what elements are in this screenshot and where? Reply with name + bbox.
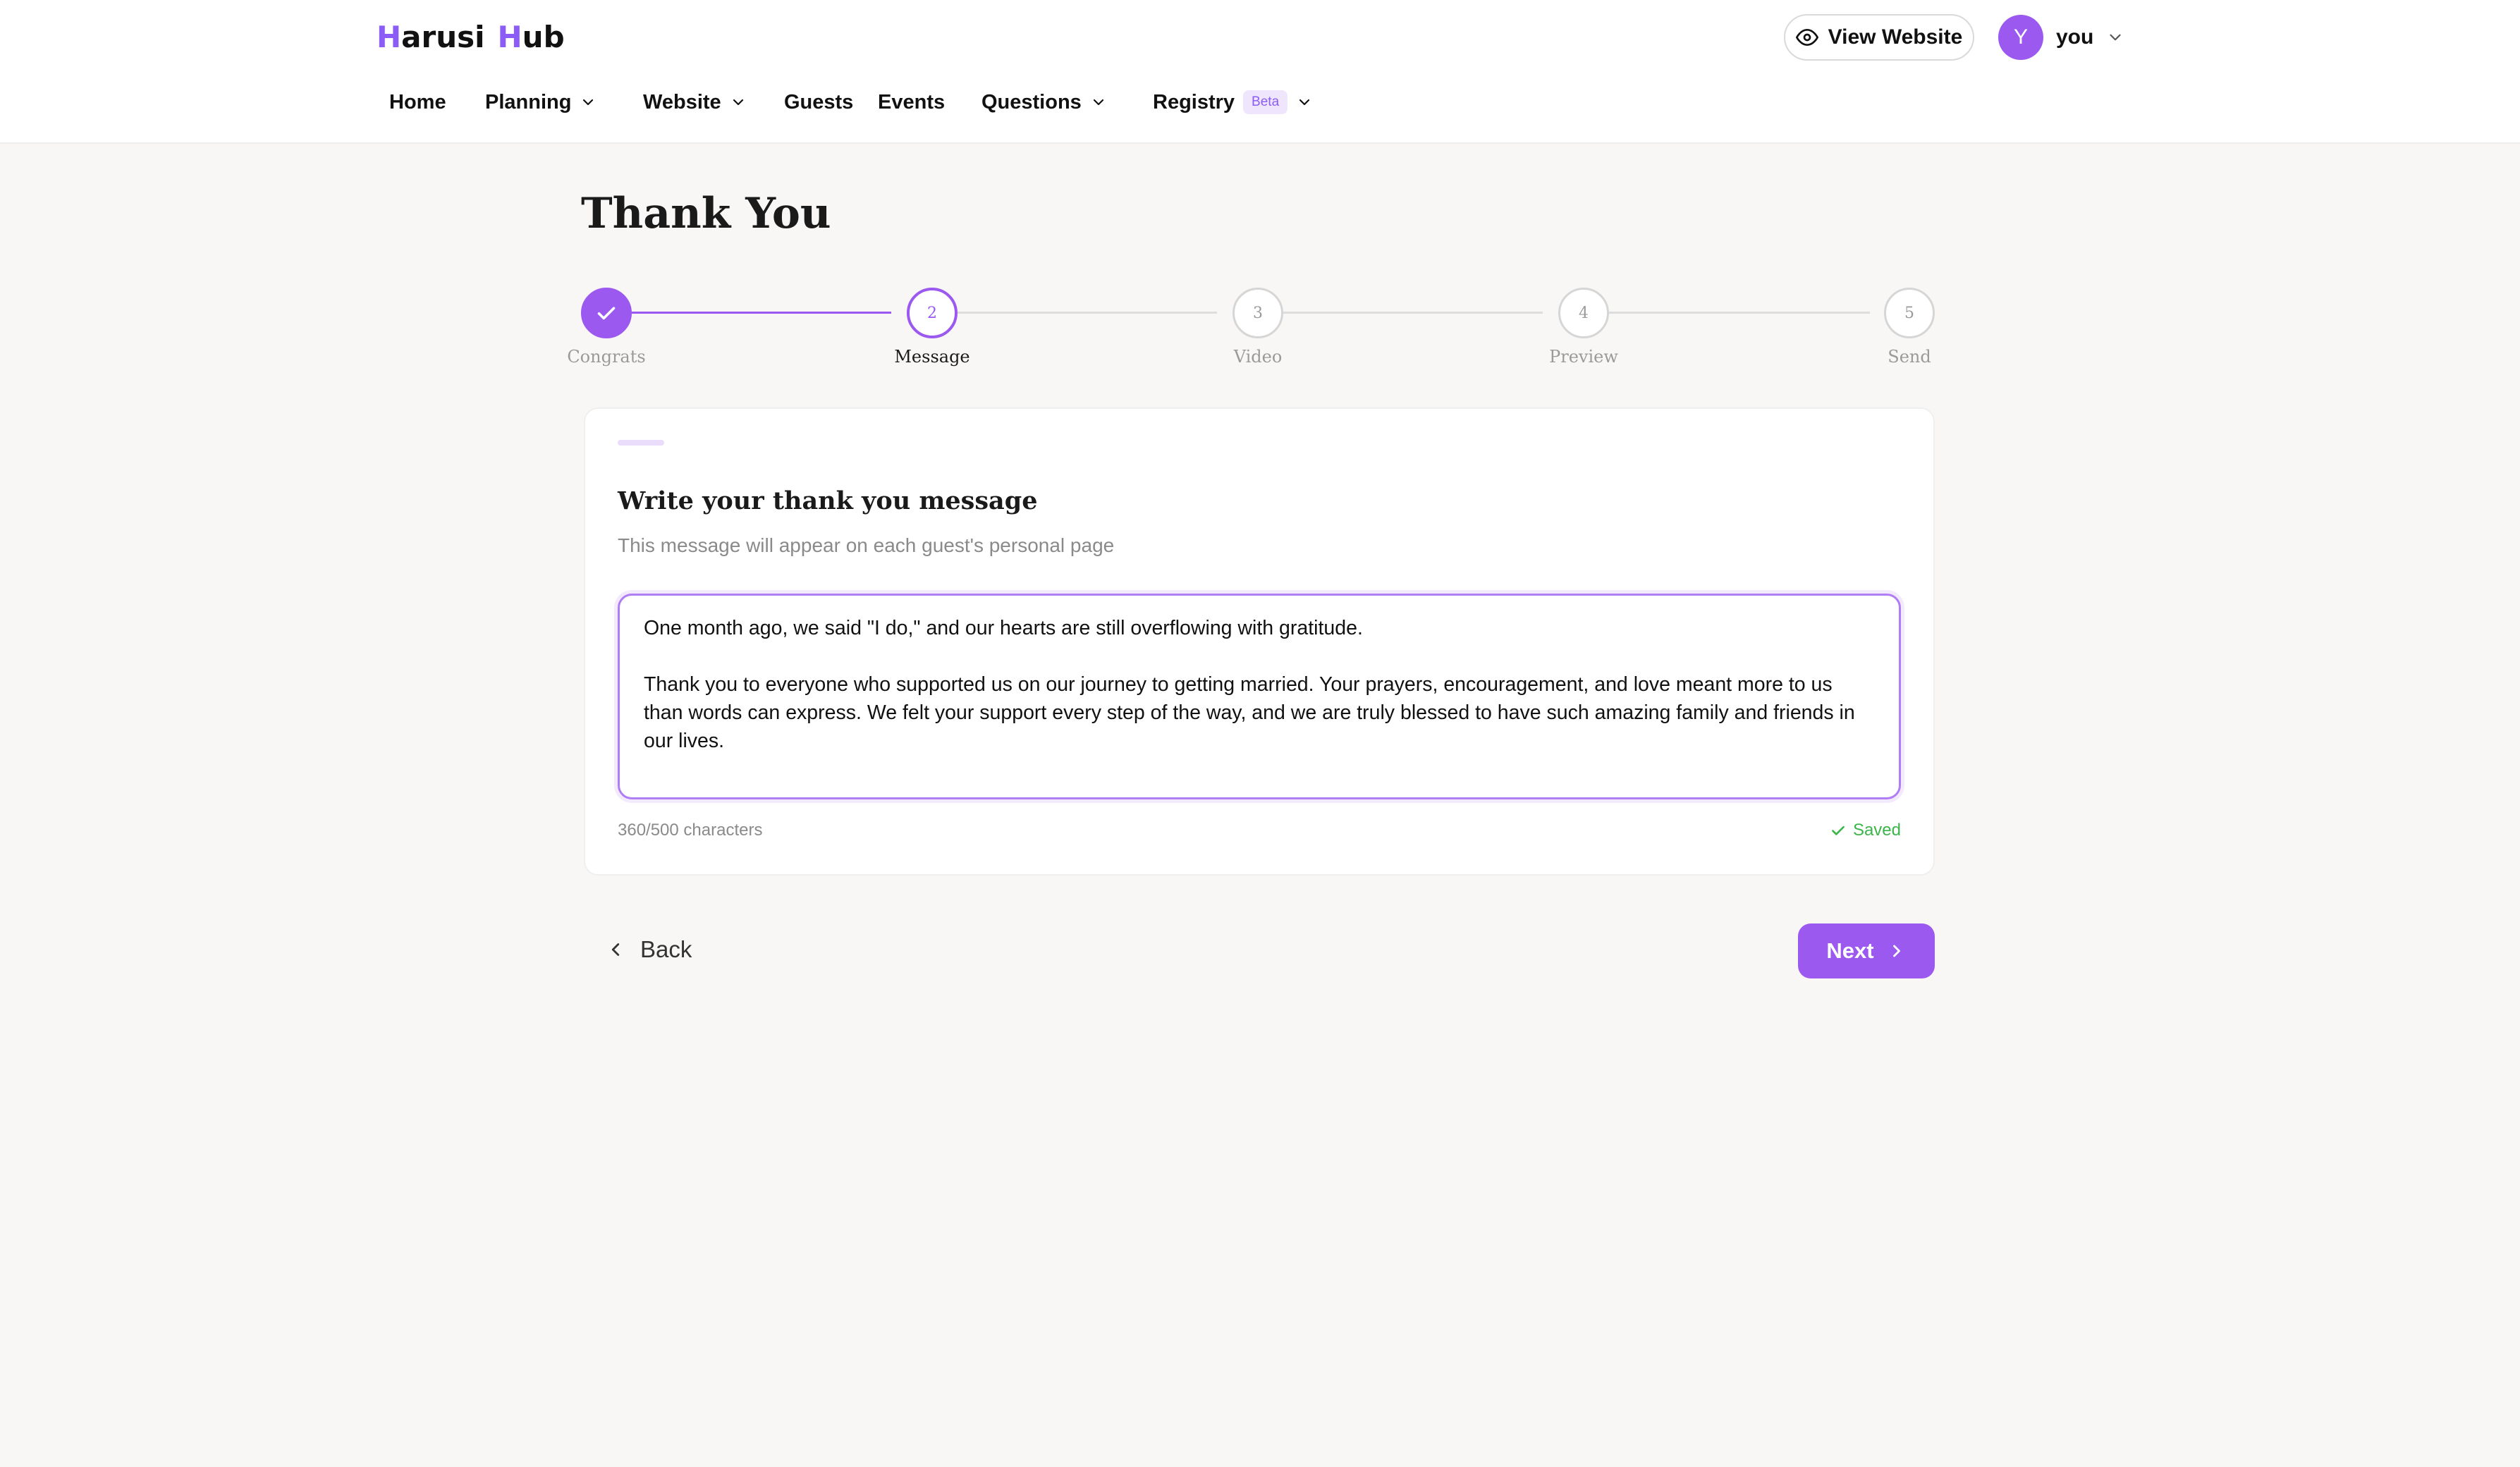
user-name: you <box>2056 25 2094 49</box>
card-accent-bar <box>618 440 664 446</box>
next-label: Next <box>1826 938 1874 963</box>
message-card: Write your thank you message This messag… <box>584 407 1935 876</box>
chevron-down-icon <box>733 99 743 106</box>
nav-item-questions[interactable]: Questions <box>981 78 1107 127</box>
nav-item-events[interactable]: Events <box>878 78 945 127</box>
step-1-circle[interactable] <box>581 288 632 338</box>
card-title: Write your thank you message <box>618 486 1038 515</box>
chevron-down-icon <box>583 99 594 106</box>
nav-item-registry[interactable]: Registry Beta <box>1153 78 1313 127</box>
back-button[interactable]: Back <box>605 925 692 974</box>
chevron-down-icon <box>1093 99 1103 106</box>
check-icon <box>597 307 616 320</box>
nav-item-planning[interactable]: Planning <box>485 78 597 127</box>
step-5-circle[interactable]: 5 <box>1884 288 1935 338</box>
check-icon <box>1832 825 1845 835</box>
step-1-label: Congrats <box>567 347 646 367</box>
card-subtitle: This message will appear on each guest's… <box>618 534 1115 556</box>
step-3-label: Video <box>1233 347 1283 367</box>
step-2-label: Message <box>894 347 970 367</box>
view-website-label: View Website <box>1828 25 1963 49</box>
step-2-circle[interactable]: 2 <box>907 288 958 338</box>
back-label: Back <box>640 936 692 962</box>
step-4-label: Preview <box>1549 347 1618 367</box>
user-menu[interactable]: Y you <box>1998 14 2124 61</box>
progress-stepper: 2 3 4 5 Congrats Message Video Preview S… <box>0 285 2520 376</box>
saved-label: Saved <box>1852 821 1901 840</box>
chevron-down-icon <box>2110 34 2121 41</box>
logo-letter-h1: H <box>377 19 402 54</box>
logo-letter-h2: H <box>497 19 522 54</box>
eye-icon <box>1795 29 1818 46</box>
step-connector <box>958 312 1217 314</box>
step-connector <box>1609 312 1870 314</box>
beta-badge: Beta <box>1243 90 1288 114</box>
saved-status: Saved <box>1829 821 1901 840</box>
nav-item-home[interactable]: Home <box>389 78 446 127</box>
step-3-circle[interactable]: 3 <box>1233 288 1283 338</box>
view-website-button[interactable]: View Website <box>1784 14 1974 61</box>
thank-you-message-input[interactable]: One month ago, we said "I do," and our h… <box>618 594 1901 799</box>
step-connector <box>1283 312 1543 314</box>
app-logo[interactable]: Harusi Hub <box>377 17 565 56</box>
chevron-down-icon <box>1299 99 1310 106</box>
logo-word-2: ub <box>522 19 565 54</box>
chevron-right-icon <box>1892 945 1900 957</box>
character-count: 360/500 characters <box>618 821 763 840</box>
avatar: Y <box>1998 15 2043 60</box>
logo-word-1: arusi <box>401 19 485 54</box>
chevron-left-icon <box>611 943 620 956</box>
nav-item-guests[interactable]: Guests <box>784 78 853 127</box>
top-header: Harusi Hub View Website Y you Home Planni… <box>0 0 2520 144</box>
nav-item-website[interactable]: Website <box>643 78 747 127</box>
step-4-circle[interactable]: 4 <box>1558 288 1609 338</box>
step-5-label: Send <box>1888 347 1931 367</box>
step-connector <box>632 312 891 314</box>
page: Harusi Hub View Website Y you Home Planni… <box>0 0 2520 1467</box>
page-title: Thank You <box>581 189 831 238</box>
main-nav: Home Planning Website Guests Events Ques… <box>0 78 2520 127</box>
next-button[interactable]: Next <box>1798 923 1935 978</box>
